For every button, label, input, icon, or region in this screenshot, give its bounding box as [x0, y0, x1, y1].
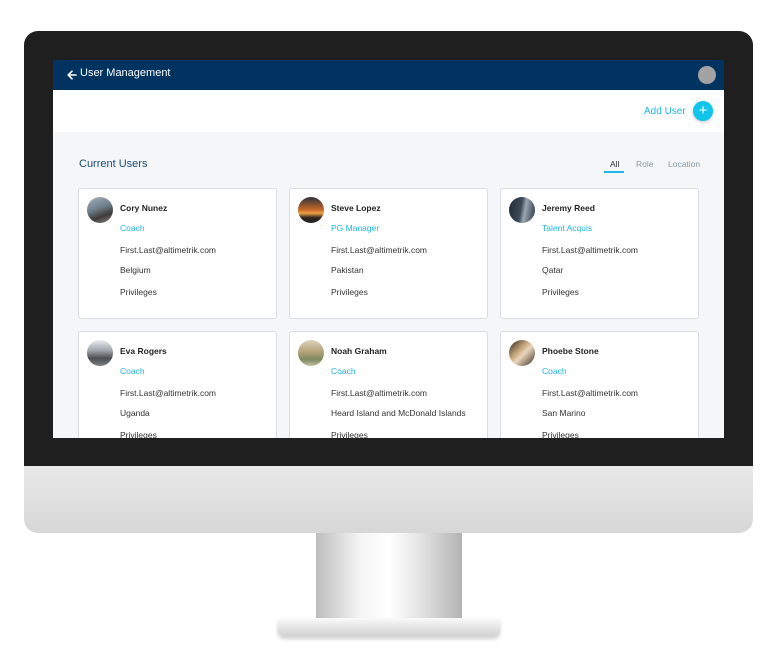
arrow-left-icon[interactable] [65, 68, 79, 82]
user-email: First.Last@altimetrik.com [331, 388, 428, 398]
avatar [298, 340, 324, 366]
top-bar: User Management [53, 60, 724, 90]
user-card[interactable]: Phoebe Stone Coach First.Last@altimetrik… [500, 331, 699, 438]
section-title: Current Users [79, 158, 148, 170]
app-screen: User Management Add User + Current Users… [53, 60, 724, 438]
avatar [87, 197, 113, 223]
page-title: User Management [80, 67, 171, 79]
user-name: Steve Lopez [331, 203, 381, 213]
tab-location[interactable]: Location [668, 159, 700, 169]
user-name: Phoebe Stone [542, 346, 599, 356]
action-bar: Add User + [53, 90, 724, 132]
user-role: Coach [542, 366, 567, 376]
user-role: Coach [331, 366, 356, 376]
add-user-link[interactable]: Add User [644, 106, 686, 117]
user-card[interactable]: Jeremy Reed Talent Acquis First.Last@alt… [500, 188, 699, 319]
user-role: PG Manager [331, 223, 380, 233]
user-location: San Marino [542, 408, 586, 418]
user-role: Coach [120, 366, 145, 376]
plus-icon[interactable]: + [693, 101, 713, 121]
user-location: Heard Island and McDonald Islands [331, 408, 466, 418]
user-role: Talent Acquis [542, 223, 593, 233]
user-email: First.Last@altimetrik.com [542, 245, 639, 255]
avatar [87, 340, 113, 366]
monitor-stand-base [278, 618, 500, 636]
user-email: First.Last@altimetrik.com [120, 245, 217, 255]
user-privileges[interactable]: Privileges [120, 430, 157, 438]
user-email: First.Last@altimetrik.com [331, 245, 428, 255]
user-email: First.Last@altimetrik.com [120, 388, 217, 398]
user-card[interactable]: Eva Rogers Coach First.Last@altimetrik.c… [78, 331, 277, 438]
user-role: Coach [120, 223, 145, 233]
avatar [509, 197, 535, 223]
user-privileges[interactable]: Privileges [542, 430, 579, 438]
user-name: Jeremy Reed [542, 203, 595, 213]
user-location: Belgium [120, 265, 151, 275]
user-location: Qatar [542, 265, 564, 275]
user-card[interactable]: Steve Lopez PG Manager First.Last@altime… [289, 188, 488, 319]
avatar [298, 197, 324, 223]
user-privileges[interactable]: Privileges [120, 287, 157, 297]
user-privileges[interactable]: Privileges [331, 430, 368, 438]
user-card[interactable]: Cory Nunez Coach First.Last@altimetrik.c… [78, 188, 277, 319]
user-avatar-icon[interactable] [698, 66, 716, 84]
active-tab-underline [604, 171, 624, 173]
avatar [509, 340, 535, 366]
monitor-chin [24, 466, 753, 533]
user-card[interactable]: Noah Graham Coach First.Last@altimetrik.… [289, 331, 488, 438]
user-location: Pakistan [331, 265, 364, 275]
monitor-stand-neck [316, 533, 462, 623]
user-privileges[interactable]: Privileges [331, 287, 368, 297]
user-name: Eva Rogers [120, 346, 167, 356]
tab-all[interactable]: All [610, 159, 619, 169]
user-privileges[interactable]: Privileges [542, 287, 579, 297]
user-name: Cory Nunez [120, 203, 168, 213]
tab-role[interactable]: Role [636, 159, 653, 169]
user-email: First.Last@altimetrik.com [542, 388, 639, 398]
user-name: Noah Graham [331, 346, 387, 356]
user-location: Uganda [120, 408, 150, 418]
